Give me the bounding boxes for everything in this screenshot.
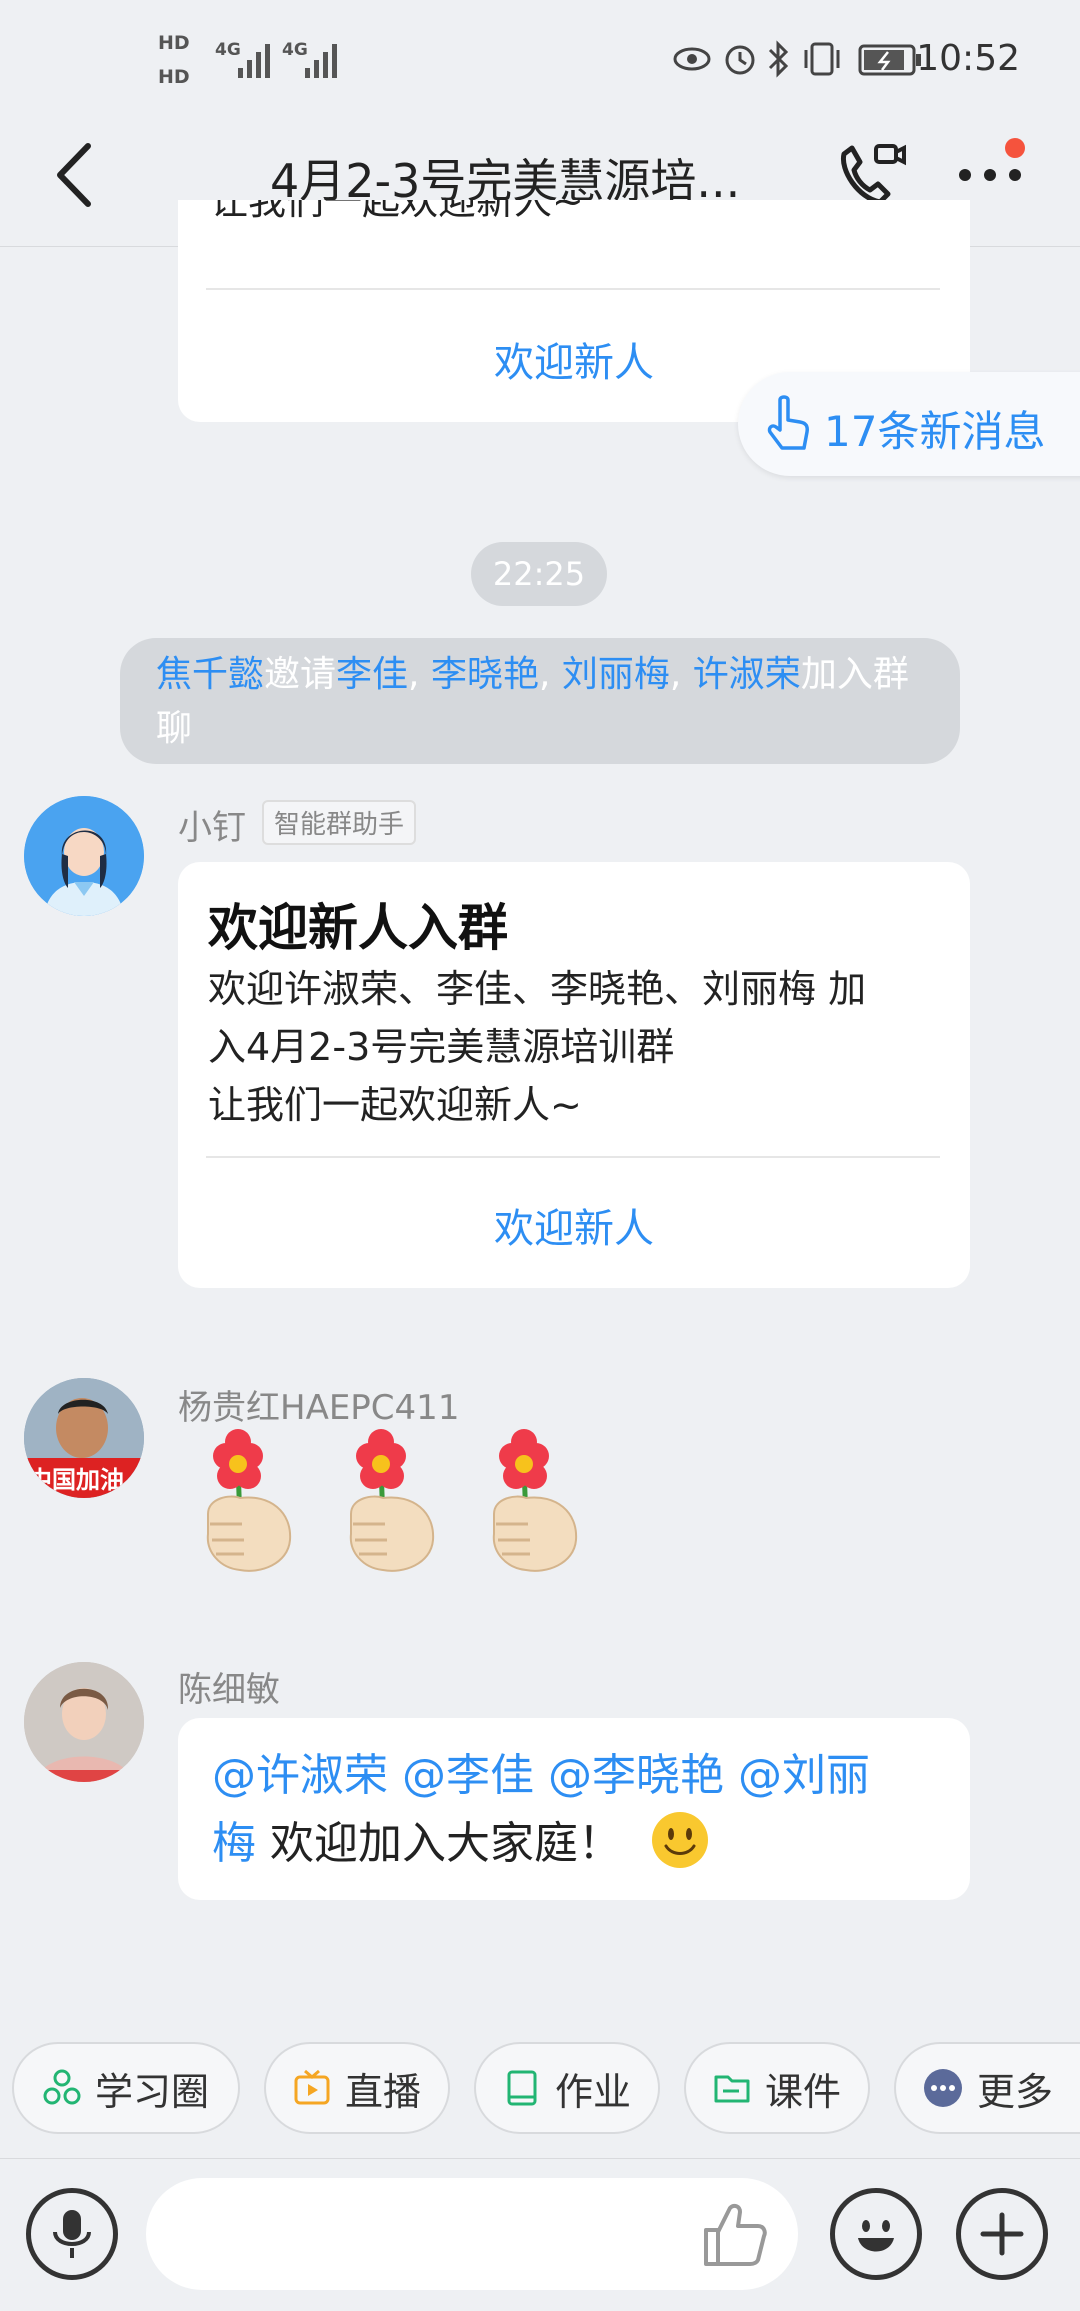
inviter-name[interactable]: 焦千懿 — [156, 654, 264, 695]
user-photo-avatar — [24, 1662, 144, 1782]
smile-emoji-icon — [652, 1812, 708, 1868]
thumbs-up-icon[interactable] — [700, 2200, 770, 2270]
network-4g-2: 4G — [282, 40, 308, 60]
quick-more[interactable]: 更多 — [894, 2042, 1080, 2134]
sender-name: 陈细敏 — [178, 1670, 280, 1710]
tv-icon — [294, 2069, 330, 2105]
emoji-face-icon — [858, 2220, 894, 2252]
vibrate-icon — [804, 42, 840, 76]
status-bar: HD HD 4G 4G 10:52 — [0, 0, 1080, 120]
system-invite-message: 焦千懿邀请李佳, 李晓艳, 刘丽梅, 许淑荣加入群聊 — [120, 638, 960, 764]
card-body-line: 入4月2-3号完美慧源培训群 — [208, 1025, 675, 1069]
message-bubble: @许淑荣 @李佳 @李晓艳 @刘丽 梅 欢迎加入大家庭！ — [178, 1718, 970, 1900]
quick-label: 学习圈 — [94, 2069, 209, 2114]
voice-button[interactable] — [26, 2188, 118, 2280]
message-body: 欢迎加入大家庭！ — [256, 1818, 622, 1869]
sender-name: 杨贵红HAEPC411 — [178, 1388, 460, 1428]
mention-tail[interactable]: 梅 — [212, 1818, 256, 1869]
quick-courseware[interactable]: 课件 — [684, 2042, 870, 2134]
folder-icon — [714, 2075, 750, 2103]
more-dots-icon — [923, 2069, 962, 2107]
hd2-badge: HD — [158, 66, 190, 88]
invite-word: 邀请 — [264, 654, 337, 695]
new-messages-pill[interactable]: 17条新消息 — [738, 372, 1080, 476]
signal-icon — [238, 44, 270, 78]
avatar[interactable] — [24, 796, 144, 916]
flower-emoji-message — [200, 1428, 600, 1578]
quick-live[interactable]: 直播 — [264, 2042, 450, 2134]
clock: 10:52 — [916, 38, 1020, 79]
divider — [206, 1156, 940, 1158]
card-title: 欢迎新人入群 — [208, 899, 508, 957]
card-body-line: 让我们一起欢迎新人~ — [208, 1083, 582, 1127]
divider — [206, 288, 940, 290]
new-messages-label: 17条新消息 — [824, 407, 1046, 456]
book-icon — [507, 2070, 537, 2106]
hand-point-icon — [767, 395, 809, 450]
timestamp: 22:25 — [471, 542, 607, 606]
bluetooth-icon — [768, 40, 789, 78]
assistant-avatar-icon — [24, 796, 144, 916]
alarm-icon — [725, 45, 755, 75]
invitee-name[interactable]: 李晓艳 — [431, 654, 539, 695]
invitee-name[interactable]: 李佳 — [336, 654, 408, 695]
network-4g-1: 4G — [215, 40, 241, 60]
notification-dot — [1005, 138, 1025, 158]
avatar-text: 中国加油 — [28, 1466, 124, 1494]
partial-text: 让我们一起欢迎新人~ — [210, 200, 584, 223]
quick-label: 课件 — [764, 2069, 841, 2114]
signal-icon-2 — [305, 44, 337, 78]
eye-icon — [673, 47, 711, 71]
chevron-left-icon[interactable] — [50, 140, 100, 210]
sender-name: 小钉 — [178, 808, 246, 848]
quick-homework[interactable]: 作业 — [474, 2042, 660, 2134]
invitee-name[interactable]: 许淑荣 — [693, 654, 801, 695]
mention-list[interactable]: @许淑荣 @李佳 @李晓艳 @刘丽 — [212, 1750, 870, 1801]
welcome-card: 欢迎新人入群 欢迎许淑荣、李佳、李晓艳、刘丽梅 加 入4月2-3号完美慧源培训群… — [178, 862, 970, 1288]
microphone-icon — [53, 2210, 91, 2258]
emoji-button[interactable] — [830, 2188, 922, 2280]
quick-label: 更多 — [976, 2069, 1053, 2114]
quick-label: 作业 — [554, 2069, 631, 2114]
welcome-newcomer-button[interactable]: 欢迎新人 — [178, 1196, 970, 1254]
avatar[interactable] — [24, 1662, 144, 1782]
flower-hand-emoji-icon — [206, 1428, 600, 1578]
invitee-name[interactable]: 刘丽梅 — [562, 654, 670, 695]
avatar[interactable]: 中国加油 — [24, 1378, 144, 1498]
message-text: @许淑荣 @李佳 @李晓艳 @刘丽 梅 欢迎加入大家庭！ — [212, 1742, 952, 1878]
quick-label: 直播 — [344, 2069, 421, 2114]
circles-icon — [43, 2069, 81, 2105]
plus-button[interactable] — [956, 2188, 1048, 2280]
assistant-tag: 智能群助手 — [262, 800, 417, 845]
card-body-line: 欢迎许淑荣、李佳、李晓艳、刘丽梅 加 — [208, 967, 867, 1011]
quick-study-circle[interactable]: 学习圈 — [12, 2042, 240, 2134]
battery-icon — [858, 44, 921, 76]
plus-icon — [980, 2212, 1024, 2256]
hd1-badge: HD — [158, 32, 190, 54]
card-body: 欢迎许淑荣、李佳、李晓艳、刘丽梅 加 入4月2-3号完美慧源培训群 让我们一起欢… — [208, 960, 866, 1134]
